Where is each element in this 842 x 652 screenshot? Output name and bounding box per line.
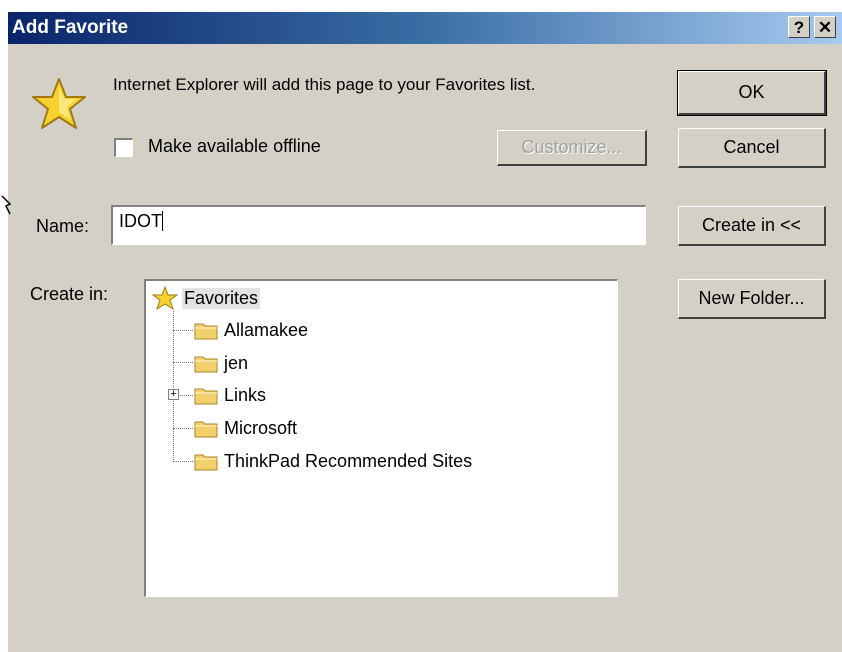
offline-label[interactable]: Make available offline xyxy=(148,136,321,157)
name-label: Name: xyxy=(36,216,90,236)
tree-connector-horizontal xyxy=(173,330,193,331)
name-input[interactable]: IDOT xyxy=(111,205,646,245)
tree-item-label: jen xyxy=(224,352,249,373)
info-message: Internet Explorer will add this page to … xyxy=(113,75,536,94)
ok-button[interactable]: OK xyxy=(677,70,827,116)
folder-icon xyxy=(194,388,218,405)
name-input-value: IDOT xyxy=(119,211,162,231)
window-title: Add Favorite xyxy=(12,17,129,38)
tree-item-jen[interactable]: jen xyxy=(194,349,250,377)
tree-item-thinkpad-recommended-sites[interactable]: ThinkPad Recommended Sites xyxy=(194,447,474,475)
tree-connector-horizontal xyxy=(173,428,193,429)
tree-item-label: Allamakee xyxy=(224,319,309,340)
folder-icon xyxy=(194,356,218,373)
tree-connector-horizontal xyxy=(173,362,193,363)
expand-links-toggle[interactable]: + xyxy=(168,389,179,400)
help-button[interactable]: ? xyxy=(788,16,810,38)
tree-item-label: Microsoft xyxy=(224,417,298,438)
tree-item-label: Links xyxy=(224,384,267,405)
tree-item-allamakee[interactable]: Allamakee xyxy=(194,316,310,344)
create-in-toggle-button[interactable]: Create in << xyxy=(678,206,826,246)
offline-checkbox[interactable] xyxy=(114,138,133,157)
tree-item-label: ThinkPad Recommended Sites xyxy=(224,450,473,471)
tree-item-microsoft[interactable]: Microsoft xyxy=(194,414,299,442)
favorites-star-icon xyxy=(152,286,178,310)
tree-item-links[interactable]: Links xyxy=(194,381,268,409)
cancel-button[interactable]: Cancel xyxy=(678,128,826,168)
tree-item-favorites[interactable]: Favorites xyxy=(152,284,261,312)
new-folder-button[interactable]: New Folder... xyxy=(678,279,826,319)
tree-item-label: Favorites xyxy=(182,287,261,309)
close-button[interactable]: ✕ xyxy=(814,16,836,38)
customize-button[interactable]: Customize... xyxy=(497,130,647,166)
folder-icon xyxy=(194,421,218,438)
tree-connector-vertical xyxy=(173,311,174,462)
text-caret xyxy=(162,211,163,231)
title-bar[interactable]: Add Favorite ? ✕ xyxy=(8,12,842,44)
tree-connector-horizontal xyxy=(173,461,193,462)
folder-tree[interactable]: Favorites Allamakee jen + Links Microsof… xyxy=(144,279,618,597)
favorites-star-icon xyxy=(32,78,86,129)
folder-icon xyxy=(194,454,218,471)
folder-icon xyxy=(194,323,218,340)
create-in-label: Create in: xyxy=(30,284,109,304)
mouse-cursor-icon xyxy=(1,195,12,215)
